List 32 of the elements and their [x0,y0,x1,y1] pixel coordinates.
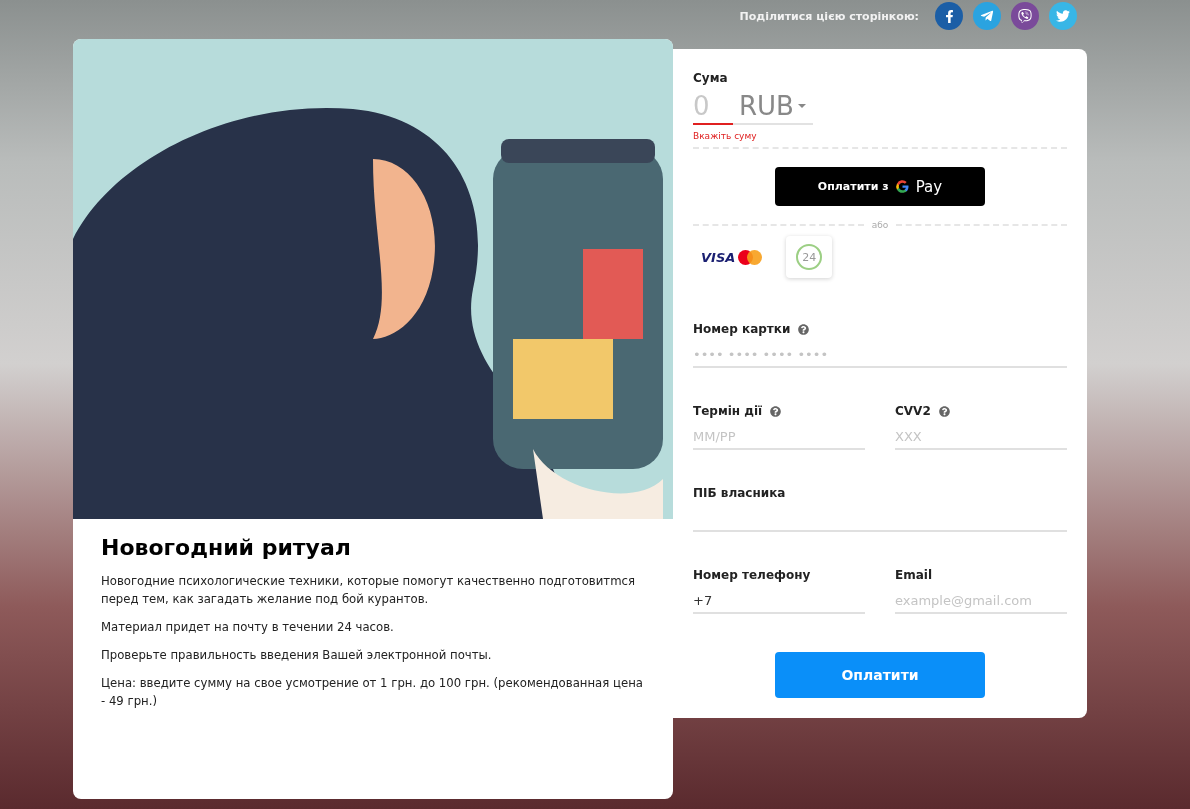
help-icon [770,405,782,417]
field-label-text: Номер картки [693,322,791,336]
field-label-text: Номер телефону [693,568,811,582]
currency-dropdown[interactable]: RUB [739,91,806,121]
overlapping-circles-icon [738,249,763,265]
share-button[interactable] [1049,2,1077,30]
description-paragraph: Новогодние психологические техники, которые помогут качественно подготовитmся перед тем, как загадать желание под бой курантов. [101,573,636,608]
phone-bubble-icon [1018,9,1032,23]
share-button[interactable] [1011,2,1039,30]
bird-icon [1056,9,1070,23]
share-button[interactable] [935,2,963,30]
description-paragraph: Цена: введите сумму на свое усмотрение от 1 грн. до 100 грн. (рекомендованная цена - 49 грн.) [101,675,644,710]
or-divider-label: або [871,220,889,230]
product-title: Новогодний ритуал [101,535,352,560]
error-message: Вкажіть суму [693,131,758,141]
help-icon [798,323,810,335]
description-paragraph: Проверьте правильность введения Вашей электронной почты. [101,647,493,664]
field-label-text: ПІБ власника [693,486,786,500]
paper-plane-icon [980,9,994,23]
google-pay-button[interactable]: Оплатити з Pay [775,167,985,206]
field-label-text: Термін дії [693,404,763,418]
description-paragraph: Материал придет на почту в течении 24 часов. [101,619,395,636]
share-label: Поділитися цією сторінкою: [739,9,919,23]
help-icon [938,405,950,417]
field-label-text: Email [895,568,933,582]
field-label-text: CVV2 [895,404,931,418]
share-button[interactable] [973,2,1001,30]
amount-label: Сума [693,71,729,85]
badge-ring-label: 24 [796,244,823,270]
caret-icon [797,104,806,108]
g-logo-icon [894,179,910,194]
visa-mastercard-option[interactable]: VISA [701,236,763,278]
